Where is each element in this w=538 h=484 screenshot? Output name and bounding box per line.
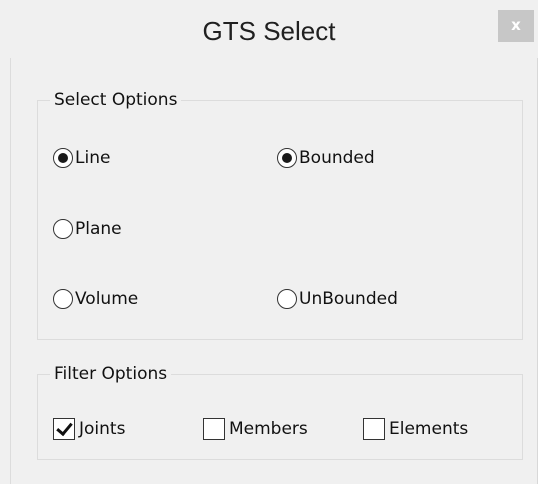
radio-line-label: Line bbox=[75, 148, 111, 168]
checkbox-elements-label: Elements bbox=[389, 419, 469, 439]
radio-bounded-label: Bounded bbox=[299, 148, 375, 168]
checkbox-elements[interactable]: Elements bbox=[363, 418, 468, 440]
radio-line-indicator[interactable] bbox=[53, 148, 73, 168]
select-options-label: Select Options bbox=[50, 89, 182, 111]
radio-unbounded[interactable]: UnBounded bbox=[277, 289, 398, 309]
dialog-body: Select Options Line Plane Volume Bounded… bbox=[10, 58, 531, 484]
radio-volume-label: Volume bbox=[75, 289, 139, 309]
select-options-group: Select Options Line Plane Volume Bounded… bbox=[37, 89, 523, 340]
gts-select-dialog: GTS Select x Select Options Line Plane V… bbox=[0, 0, 538, 484]
filter-options-label: Filter Options bbox=[50, 363, 172, 385]
checkbox-elements-box[interactable] bbox=[363, 418, 385, 440]
radio-unbounded-label: UnBounded bbox=[299, 289, 398, 309]
radio-plane-label: Plane bbox=[75, 219, 122, 239]
checkbox-joints[interactable]: Joints bbox=[53, 418, 125, 440]
window-title: GTS Select bbox=[202, 16, 336, 46]
checkbox-members-label: Members bbox=[229, 419, 308, 439]
checkbox-joints-label: Joints bbox=[79, 419, 126, 439]
radio-volume[interactable]: Volume bbox=[53, 289, 138, 309]
radio-line[interactable]: Line bbox=[53, 148, 110, 168]
checkbox-joints-box[interactable] bbox=[53, 418, 75, 440]
title-bar[interactable]: GTS Select x bbox=[0, 0, 538, 58]
radio-unbounded-indicator[interactable] bbox=[277, 289, 297, 309]
radio-plane-indicator[interactable] bbox=[53, 219, 73, 239]
checkbox-members[interactable]: Members bbox=[203, 418, 308, 440]
checkbox-members-box[interactable] bbox=[203, 418, 225, 440]
radio-bounded-indicator[interactable] bbox=[277, 148, 297, 168]
radio-volume-indicator[interactable] bbox=[53, 289, 73, 309]
close-button[interactable]: x bbox=[498, 10, 534, 42]
radio-bounded[interactable]: Bounded bbox=[277, 148, 375, 168]
radio-plane[interactable]: Plane bbox=[53, 219, 122, 239]
filter-options-group: Filter Options Joints Members Elements bbox=[37, 363, 523, 460]
